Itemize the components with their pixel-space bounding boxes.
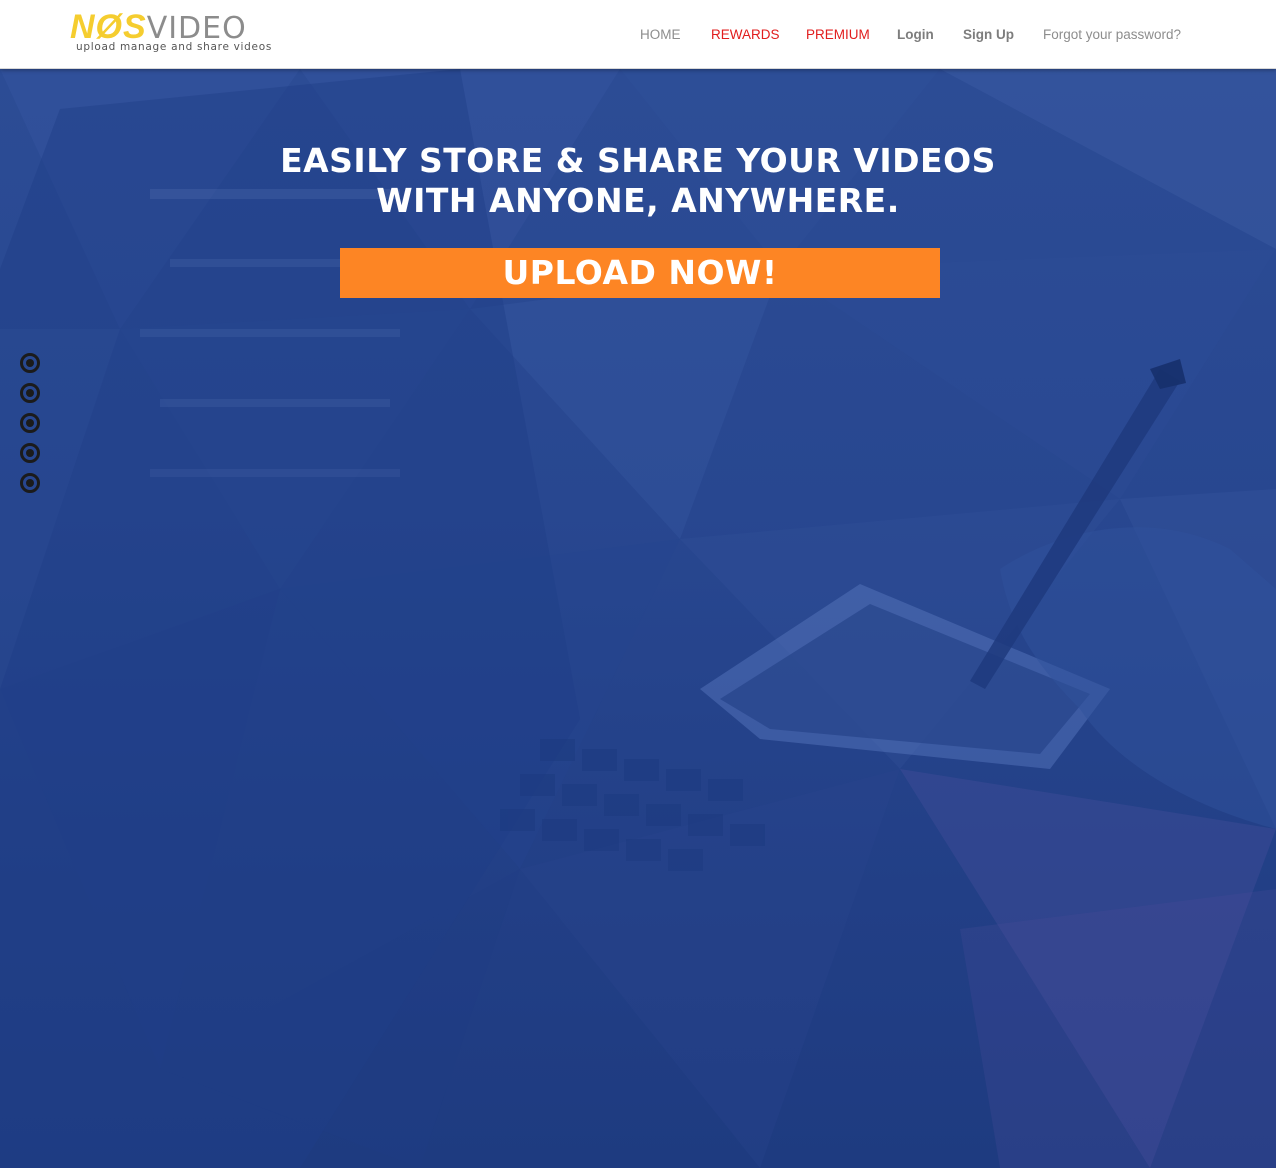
nav-login-link[interactable]: Login [897,26,934,43]
logo-tagline: upload manage and share videos [76,41,272,53]
slider-dot-4[interactable] [20,443,40,463]
nav-premium-link[interactable]: PREMIUM [806,26,870,43]
logo-wordmark: NØSVIDEO [70,10,275,46]
slider-dot-1[interactable] [20,353,40,373]
slider-dots [20,353,40,503]
nav-forgot-password-link[interactable]: Forgot your password? [1043,26,1181,43]
hero-background-image [0,69,1276,1168]
nav-signup-link[interactable]: Sign Up [963,26,1014,43]
nav-rewards-link[interactable]: REWARDS [711,26,780,43]
slider-dot-3[interactable] [20,413,40,433]
hero-headline-line-1: Easily store & share your videos [280,141,996,180]
hero-section: Easily store & share your videos with an… [0,69,1276,1168]
slider-dot-2[interactable] [20,383,40,403]
upload-now-button[interactable]: Upload now! [340,248,940,298]
site-logo[interactable]: NØSVIDEO upload manage and share videos [70,10,275,56]
hero-headline-line-2: with anyone, anywhere. [376,181,900,220]
nav-home-link[interactable]: HOME [640,26,681,43]
site-header: NØSVIDEO upload manage and share videos … [0,0,1276,69]
hero-headline: Easily store & share your videos with an… [0,141,1276,221]
slider-dot-5[interactable] [20,473,40,493]
